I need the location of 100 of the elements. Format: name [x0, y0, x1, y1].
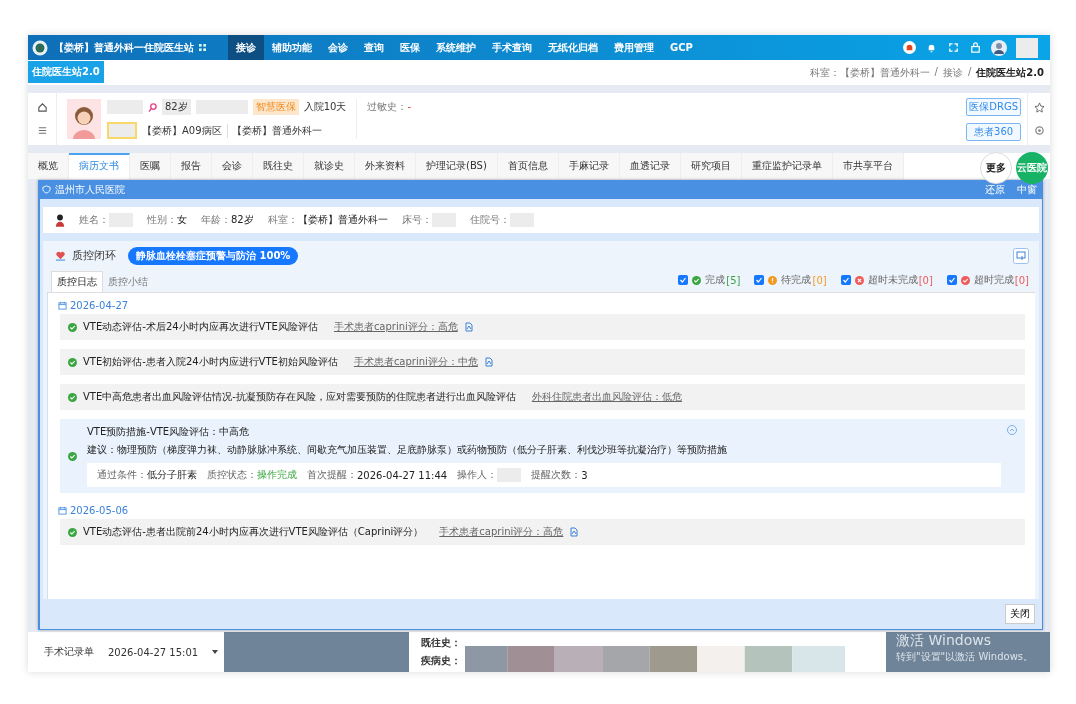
breadcrumb-separator: /	[967, 65, 972, 79]
check-icon	[68, 451, 77, 461]
grid-icon[interactable]	[199, 44, 206, 51]
more-button[interactable]: 更多	[980, 152, 1012, 184]
filter-label: 待完成	[781, 273, 812, 287]
collapse-icon[interactable]	[1007, 425, 1017, 435]
filter-count: [0]	[918, 274, 933, 286]
avatar-icon[interactable]	[991, 39, 1007, 56]
entry-text: VTE动态评估-术后24小时内应再次进行VTE风险评估	[83, 320, 318, 334]
breadcrumb-item[interactable]: 住院医生站2.0	[976, 65, 1044, 80]
bed-block	[107, 122, 137, 139]
score-link[interactable]: 手术患者caprini评分：高危	[439, 525, 564, 539]
record-tab[interactable]: 首页信息	[497, 153, 559, 179]
info-label: 质控状态：	[207, 468, 257, 482]
checkbox[interactable]	[840, 275, 851, 285]
record-tab[interactable]: 病历文书	[69, 153, 130, 179]
field-value: 82岁	[231, 213, 254, 227]
status-icon	[768, 275, 778, 285]
field-value: 女	[177, 213, 187, 227]
checkbox[interactable]	[946, 275, 957, 285]
settings-icon[interactable]	[1033, 125, 1045, 136]
field-label: 科室：	[267, 213, 298, 227]
record-tab[interactable]: 会诊	[212, 153, 253, 179]
record-tab[interactable]: 既往史	[253, 153, 304, 179]
record-tab[interactable]: 重症监护记录单	[741, 153, 833, 179]
shield-icon	[42, 185, 51, 194]
checkbox[interactable]	[678, 275, 689, 285]
score-link[interactable]: 手术患者caprini评分：高危	[333, 320, 458, 334]
document-icon[interactable]	[569, 527, 580, 537]
advice-text: 建议：物理预防（梯度弹力袜、动静脉脉冲系统、间歇充气加压装置、足底静脉泵）或药物预防（低分子肝素、利伐沙班等抗凝治疗）等预防措施	[87, 443, 728, 457]
menu-item[interactable]: 无纸化归档	[540, 35, 606, 60]
record-tab[interactable]: 外来资料	[355, 153, 416, 179]
sub-tab[interactable]: 质控日志	[51, 271, 103, 292]
dropdown-caret-icon[interactable]	[212, 650, 219, 654]
export-icon[interactable]	[1013, 247, 1029, 264]
field-label: 姓名：	[79, 213, 109, 227]
record-tab[interactable]: 市共享平台	[832, 153, 904, 179]
filter-label: 超时完成	[973, 273, 1014, 287]
home-icon[interactable]	[36, 102, 48, 113]
check-icon	[68, 357, 77, 367]
score-link[interactable]: 外科住院患者出血风险评估：低危	[531, 390, 682, 404]
activation-text: 转到"设置"以激活 Windows。	[896, 650, 1035, 664]
window-action[interactable]: 还原	[985, 182, 1005, 197]
menu-item[interactable]: 手术查询	[484, 35, 540, 60]
date-label: 2026-05-06	[70, 505, 129, 516]
breadcrumb-item[interactable]: 接诊	[942, 65, 963, 80]
lock-icon[interactable]	[969, 41, 982, 54]
record-tab[interactable]: 概览	[28, 153, 69, 179]
patient-avatar	[67, 99, 101, 139]
info-label: 提醒次数：	[531, 468, 582, 482]
info-label: 操作人：	[457, 468, 498, 482]
document-icon[interactable]	[483, 357, 494, 367]
allergy-label: 过敏史：	[367, 101, 408, 112]
logo-icon	[32, 39, 48, 56]
menu-item[interactable]: 查询	[356, 35, 392, 60]
breadcrumb-item[interactable]: 科室：【娄桥】普通外科一	[809, 65, 930, 80]
alarm-icon[interactable]	[903, 41, 916, 54]
sub-tab[interactable]: 质控小结	[103, 272, 153, 292]
outline-button[interactable]: 患者360	[966, 122, 1021, 141]
document-icon[interactable]	[463, 322, 474, 332]
menu-item[interactable]: 医保	[392, 35, 428, 60]
window-action[interactable]: 中窗	[1017, 182, 1037, 197]
record-tab[interactable]: 护理记录(BS)	[416, 153, 498, 179]
outline-button[interactable]: 医保DRGS	[966, 97, 1021, 116]
filter-count: [0]	[812, 274, 827, 286]
patient-icon	[55, 213, 65, 227]
allergy-value: -	[407, 101, 412, 112]
heart-icon	[55, 250, 66, 261]
record-tab[interactable]: 报告	[171, 153, 212, 179]
filter-count: [0]	[1014, 274, 1029, 286]
star-icon[interactable]	[1033, 102, 1045, 113]
info-value: 2026-04-27 11:44	[357, 469, 448, 481]
menu-item[interactable]: 辅助功能	[264, 35, 320, 60]
fullscreen-icon[interactable]	[947, 41, 960, 54]
list-icon[interactable]	[36, 125, 48, 136]
entry-text: VTE动态评估-患者出院前24小时内应再次进行VTE风险评估（Caprini评分）	[83, 525, 424, 539]
score-link[interactable]: 手术患者caprini评分：中危	[353, 355, 478, 369]
search-icon[interactable]	[148, 102, 157, 112]
menu-item[interactable]: 会诊	[320, 35, 356, 60]
history-label: 既往史：	[421, 636, 461, 650]
record-tab[interactable]: 就诊史	[304, 153, 355, 179]
menu-item[interactable]: 系统维护	[428, 35, 484, 60]
checkbox[interactable]	[754, 275, 765, 285]
info-value: 操作完成	[257, 468, 297, 482]
status-icon	[960, 275, 970, 285]
record-tab[interactable]: 医嘱	[130, 153, 171, 179]
menu-item[interactable]: 费用管理	[606, 35, 662, 60]
admission-days: 入院10天	[303, 100, 347, 114]
close-button[interactable]: 关闭	[1005, 604, 1035, 624]
history-label: 疾病史：	[421, 654, 461, 668]
menu-item[interactable]: 接诊	[228, 35, 264, 60]
record-tab[interactable]: 手麻记录	[558, 153, 620, 179]
entry-text: VTE中高危患者出血风险评估情况-抗凝预防存在风险，应对需要预防的住院患者进行出血风险评估	[83, 390, 516, 404]
ward-name: 【娄桥】A09病区	[142, 123, 222, 138]
menu-item[interactable]: GCP	[662, 35, 701, 60]
record-name: 手术记录单	[44, 645, 94, 659]
record-tab[interactable]: 血透记录	[619, 153, 681, 179]
calendar-icon	[58, 301, 67, 310]
insurance-tag: 智慧医保	[252, 99, 299, 115]
record-tab[interactable]: 研究项目	[680, 153, 742, 179]
